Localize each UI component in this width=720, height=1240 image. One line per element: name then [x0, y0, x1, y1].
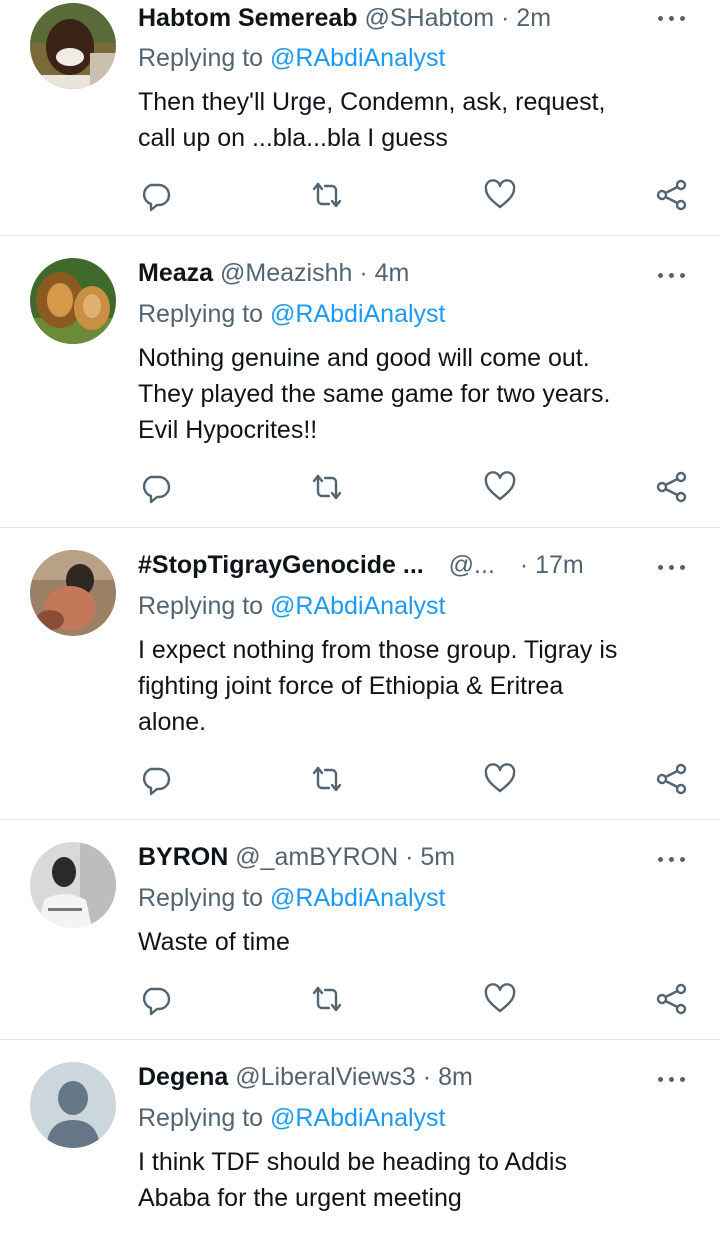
share-icon[interactable]	[655, 762, 689, 796]
avatar[interactable]	[30, 3, 116, 89]
timestamp[interactable]: · 8m	[423, 1063, 473, 1091]
action-bar	[0, 982, 720, 1016]
like-icon[interactable]	[483, 470, 517, 504]
replying-to: Replying to @RAbdiAnalyst	[138, 300, 445, 329]
action-bar	[0, 470, 720, 504]
tweet-header: BYRON @_amBYRON · 5m	[138, 843, 620, 877]
replying-label: Replying to	[138, 592, 264, 620]
share-icon[interactable]	[655, 470, 689, 504]
tweet-line: fighting joint force of Ethiopia & Eritr…	[138, 672, 564, 700]
display-name[interactable]: #StopTigrayGenocide ...	[138, 551, 424, 579]
user-handle[interactable]: @SHabtom	[364, 4, 494, 32]
like-icon[interactable]	[483, 762, 517, 796]
tweet-text: I think TDF should be heading to Addis A…	[138, 1144, 698, 1216]
tweet-text: Then they'll Urge, Condemn, ask, request…	[138, 84, 698, 156]
avatar[interactable]	[30, 258, 116, 344]
display-name[interactable]: Degena	[138, 1063, 228, 1091]
timestamp[interactable]: · 5m	[405, 843, 455, 871]
tweet-line: Nothing genuine and good will come out.	[138, 344, 590, 372]
like-icon[interactable]	[483, 178, 517, 212]
user-handle[interactable]: @LiberalViews3	[235, 1063, 416, 1091]
user-handle[interactable]: @Meazishh	[220, 259, 352, 287]
tweet-header: Degena @LiberalViews3 · 8m	[138, 1063, 620, 1097]
tweet-line: They played the same game for two years.	[138, 380, 611, 408]
avatar[interactable]	[30, 842, 116, 928]
share-icon[interactable]	[655, 982, 689, 1016]
user-handle[interactable]: @...	[449, 551, 495, 579]
tweet-item[interactable]: Degena @LiberalViews3 · 8m Replying to @…	[0, 1040, 720, 1240]
retweet-icon[interactable]	[310, 470, 344, 504]
action-bar	[0, 178, 720, 212]
tweet-text: Waste of time	[138, 924, 698, 960]
tweet-text: Nothing genuine and good will come out. …	[138, 340, 698, 448]
tweet-line: Evil Hypocrites!!	[138, 416, 318, 444]
reply-icon[interactable]	[138, 982, 172, 1016]
replying-to: Replying to @RAbdiAnalyst	[138, 592, 445, 621]
mention-link[interactable]: @RAbdiAnalyst	[270, 300, 445, 328]
replying-label: Replying to	[138, 1104, 264, 1132]
replying-to: Replying to @RAbdiAnalyst	[138, 884, 445, 913]
action-bar	[0, 762, 720, 796]
reply-icon[interactable]	[138, 178, 172, 212]
tweet-item[interactable]: Habtom Semereab @SHabtom · 2m Replying t…	[0, 0, 720, 236]
more-icon[interactable]	[658, 269, 688, 283]
replying-label: Replying to	[138, 44, 264, 72]
display-name[interactable]: Meaza	[138, 259, 213, 287]
replying-to: Replying to @RAbdiAnalyst	[138, 44, 445, 73]
replying-label: Replying to	[138, 300, 264, 328]
tweet-line: I think TDF should be heading to Addis	[138, 1148, 567, 1176]
more-icon[interactable]	[658, 561, 688, 575]
user-handle[interactable]: @_amBYRON	[235, 843, 398, 871]
tweet-item[interactable]: #StopTigrayGenocide ... @... · 17m Reply…	[0, 528, 720, 820]
mention-link[interactable]: @RAbdiAnalyst	[270, 884, 445, 912]
tweet-line: alone.	[138, 708, 207, 736]
tweet-line: Then they'll Urge, Condemn, ask, request…	[138, 88, 606, 116]
tweet-line: Ababa for the urgent meeting	[138, 1184, 462, 1212]
tweet-header: Meaza @Meazishh · 4m	[138, 259, 620, 293]
mention-link[interactable]: @RAbdiAnalyst	[270, 1104, 445, 1132]
like-icon[interactable]	[483, 982, 517, 1016]
tweet-line: call up on ...bla...bla I guess	[138, 124, 448, 152]
retweet-icon[interactable]	[310, 178, 344, 212]
more-icon[interactable]	[658, 1073, 688, 1087]
tweet-line: Waste of time	[138, 928, 290, 956]
tweet-line: I expect nothing from those group. Tigra…	[138, 636, 618, 664]
timestamp[interactable]: · 2m	[501, 4, 551, 32]
more-icon[interactable]	[658, 12, 688, 26]
retweet-icon[interactable]	[310, 982, 344, 1016]
reply-icon[interactable]	[138, 470, 172, 504]
replying-to: Replying to @RAbdiAnalyst	[138, 1104, 445, 1133]
replying-label: Replying to	[138, 884, 264, 912]
tweet-header: #StopTigrayGenocide ... @... · 17m	[138, 551, 620, 585]
mention-link[interactable]: @RAbdiAnalyst	[270, 44, 445, 72]
mention-link[interactable]: @RAbdiAnalyst	[270, 592, 445, 620]
display-name[interactable]: BYRON	[138, 843, 228, 871]
timestamp[interactable]: · 4m	[359, 259, 409, 287]
tweet-item[interactable]: BYRON @_amBYRON · 5m Replying to @RAbdiA…	[0, 820, 720, 1040]
reply-icon[interactable]	[138, 762, 172, 796]
display-name[interactable]: Habtom Semereab	[138, 4, 358, 32]
tweet-header: Habtom Semereab @SHabtom · 2m	[138, 4, 620, 38]
avatar[interactable]	[30, 550, 116, 636]
more-icon[interactable]	[658, 853, 688, 867]
retweet-icon[interactable]	[310, 762, 344, 796]
share-icon[interactable]	[655, 178, 689, 212]
tweet-text: I expect nothing from those group. Tigra…	[138, 632, 698, 740]
default-avatar-icon[interactable]	[30, 1062, 116, 1148]
timestamp[interactable]: · 17m	[520, 551, 584, 579]
tweet-item[interactable]: Meaza @Meazishh · 4m Replying to @RAbdiA…	[0, 236, 720, 528]
